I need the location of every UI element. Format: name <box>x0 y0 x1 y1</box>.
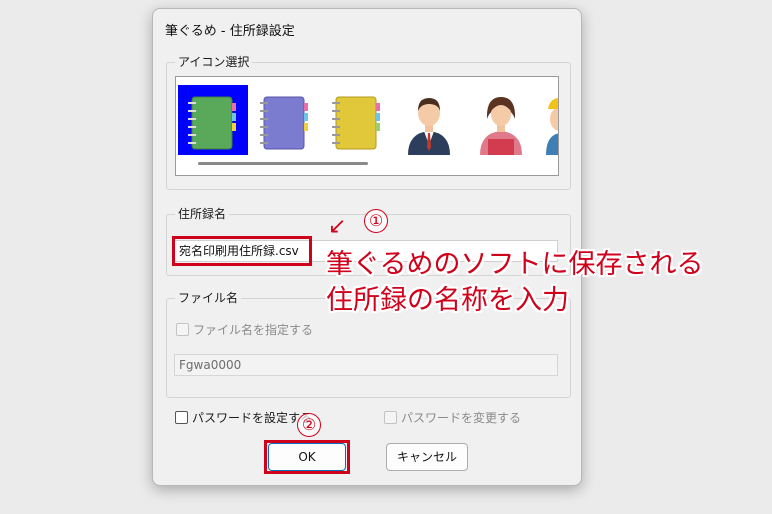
set-password-checkbox-label: パスワードを設定する <box>192 411 313 425</box>
icon-list-panel[interactable] <box>175 76 559 176</box>
change-password-checkbox-box[interactable] <box>384 411 397 424</box>
specify-file-name-checkbox-box[interactable] <box>176 323 189 336</box>
change-password-checkbox-label: パスワードを変更する <box>401 411 522 425</box>
file-name-label: ファイル名 <box>175 291 242 305</box>
purple-notebook-icon[interactable] <box>250 85 320 155</box>
set-password-checkbox[interactable]: パスワードを設定する <box>175 409 312 426</box>
icon-select-label: アイコン選択 <box>175 55 253 69</box>
file-name-input[interactable]: Fgwa0000 <box>174 354 558 376</box>
specify-file-name-checkbox[interactable]: ファイル名を指定する <box>176 321 313 338</box>
address-book-name-highlight <box>172 236 312 266</box>
green-notebook-icon[interactable] <box>178 85 248 155</box>
change-password-checkbox[interactable]: パスワードを変更する <box>384 409 521 426</box>
yellow-notebook-icon[interactable] <box>322 85 392 155</box>
annotation-arrow-icon: ↙ <box>328 214 347 239</box>
woman-avatar-icon[interactable] <box>466 85 536 155</box>
step-1-marker: ① <box>364 209 388 233</box>
specify-file-name-checkbox-label: ファイル名を指定する <box>193 323 314 337</box>
address-book-name-label: 住所録名 <box>175 207 230 221</box>
worker-avatar-icon[interactable] <box>538 85 558 155</box>
annotation-text-line-1: 筆ぐるめのソフトに保存される <box>326 249 704 280</box>
cancel-button[interactable]: キャンセル <box>386 443 468 471</box>
man-avatar-icon[interactable] <box>394 85 464 155</box>
set-password-checkbox-box[interactable] <box>175 411 188 424</box>
dialog-title: 筆ぐるめ - 住所録設定 <box>165 24 295 39</box>
ok-button-highlight <box>264 440 350 474</box>
annotation-text-line-2: 住所録の名称を入力 <box>326 285 569 316</box>
icon-list-scrollbar[interactable] <box>198 162 368 165</box>
step-2-marker: ② <box>297 413 321 437</box>
